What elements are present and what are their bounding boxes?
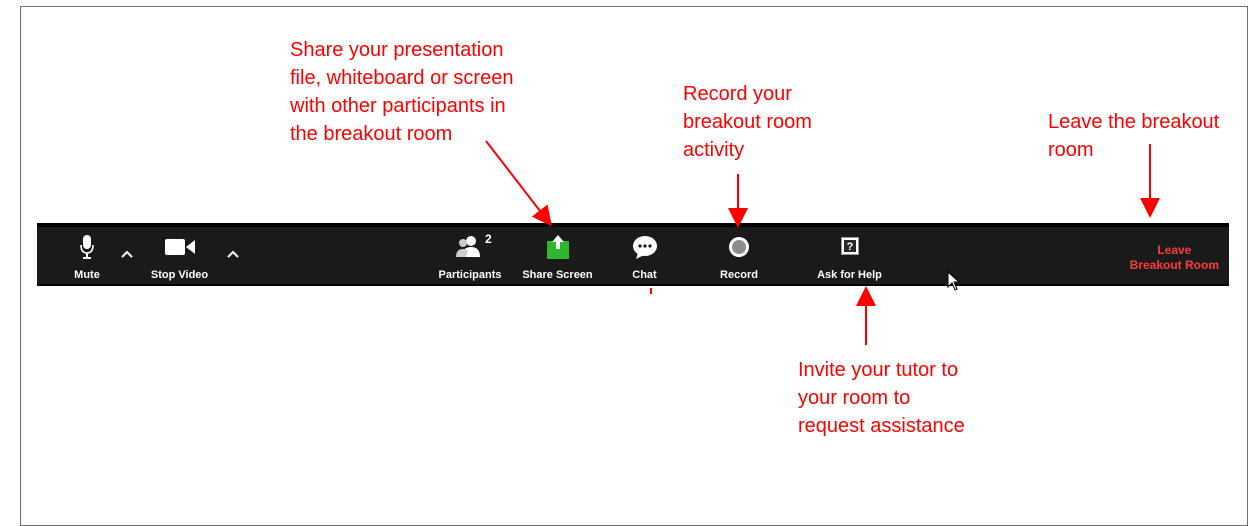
annotation-arrows — [485, 140, 1160, 345]
arrow-share — [485, 140, 552, 227]
